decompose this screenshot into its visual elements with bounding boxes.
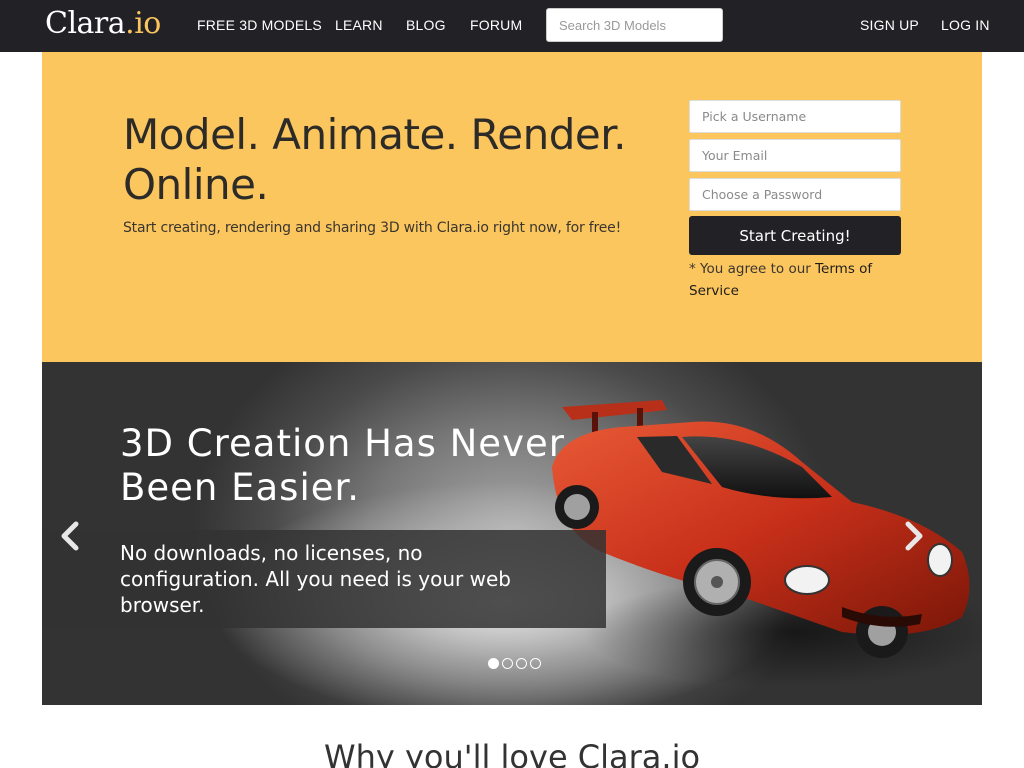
terms-prefix: * You agree to our bbox=[689, 261, 816, 277]
top-navbar: Clara.io FREE 3D MODELS LEARN BLOG FORUM… bbox=[0, 0, 1024, 52]
sign-up-link[interactable]: SIGN UP bbox=[860, 17, 919, 33]
carousel-indicators bbox=[488, 658, 541, 670]
section-heading: Why you'll love Clara.io bbox=[323, 738, 701, 768]
carousel-indicator-dot[interactable] bbox=[530, 658, 541, 669]
nav-forum[interactable]: FORUM bbox=[470, 17, 522, 33]
hero-title: Model. Animate. Render. Online. bbox=[123, 110, 627, 209]
log-in-link[interactable]: LOG IN bbox=[941, 17, 990, 33]
feature-carousel: 3D Creation Has Never Been Easier. No do… bbox=[42, 362, 982, 705]
nav-free-3d-models[interactable]: FREE 3D MODELS bbox=[197, 17, 322, 33]
username-field[interactable] bbox=[689, 100, 901, 133]
nav-blog[interactable]: BLOG bbox=[406, 17, 446, 33]
email-field[interactable] bbox=[689, 139, 901, 172]
hero-tagline: Start creating, rendering and sharing 3D… bbox=[123, 220, 621, 236]
previous-slide-arrow-icon[interactable] bbox=[54, 516, 84, 556]
hero-section: Model. Animate. Render. Online. Start cr… bbox=[42, 52, 982, 362]
carousel-indicator-dot[interactable] bbox=[516, 658, 527, 669]
carousel-indicator-dot[interactable] bbox=[488, 658, 499, 669]
terms-notice: * You agree to our Terms of Service bbox=[689, 258, 901, 302]
nav-learn[interactable]: LEARN bbox=[335, 17, 383, 33]
brand-suffix: .io bbox=[125, 6, 161, 41]
slide-caption: No downloads, no licenses, no configurat… bbox=[120, 541, 511, 617]
password-field[interactable] bbox=[689, 178, 901, 211]
search-input[interactable] bbox=[546, 8, 723, 42]
brand-name: Clara bbox=[45, 6, 126, 41]
slide-title: 3D Creation Has Never Been Easier. bbox=[120, 422, 565, 509]
start-creating-button[interactable]: Start Creating! bbox=[689, 216, 901, 255]
carousel-indicator-dot[interactable] bbox=[502, 658, 513, 669]
next-slide-arrow-icon[interactable] bbox=[900, 516, 930, 556]
clara-logo[interactable]: Clara.io bbox=[45, 6, 161, 41]
